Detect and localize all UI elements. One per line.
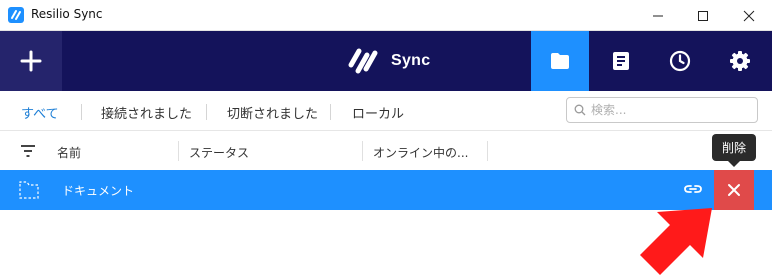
tab-connected[interactable]: 接続されました xyxy=(101,103,192,122)
delete-x-icon xyxy=(728,184,740,196)
link-icon[interactable] xyxy=(683,182,703,196)
close-window-button[interactable] xyxy=(726,0,772,31)
app-header: Sync xyxy=(0,31,772,91)
column-status[interactable]: ステータス xyxy=(189,144,249,161)
sync-logo-icon xyxy=(348,48,378,74)
log-icon xyxy=(613,52,629,70)
column-divider xyxy=(487,141,488,161)
tab-divider xyxy=(330,104,331,120)
column-divider xyxy=(362,141,363,161)
maximize-icon xyxy=(698,10,708,21)
nav-folders-button[interactable] xyxy=(531,31,589,91)
tab-divider xyxy=(81,104,82,120)
folder-outline-icon xyxy=(19,181,39,199)
gear-icon xyxy=(730,51,750,71)
brand-logo: Sync xyxy=(345,43,430,79)
add-folder-button[interactable] xyxy=(0,31,62,91)
column-name[interactable]: 名前 xyxy=(57,144,81,161)
tooltip-arrow xyxy=(728,161,740,167)
search-input[interactable] xyxy=(591,101,751,119)
plus-icon xyxy=(20,50,42,72)
filter-sort-icon[interactable] xyxy=(20,144,36,158)
clock-icon xyxy=(669,50,691,72)
nav-settings-button[interactable] xyxy=(711,31,769,91)
tab-disconnected[interactable]: 切断されました xyxy=(227,103,318,122)
minimize-icon xyxy=(653,15,663,16)
window-titlebar: Resilio Sync xyxy=(0,0,772,31)
column-online[interactable]: オンライン中の... xyxy=(373,144,468,161)
nav-log-button[interactable] xyxy=(592,31,650,91)
delete-button[interactable] xyxy=(714,170,754,210)
column-header: 名前 ステータス オンライン中の... xyxy=(0,132,772,170)
window-title: Resilio Sync xyxy=(31,7,103,21)
search-icon xyxy=(574,104,586,116)
tab-local[interactable]: ローカル xyxy=(352,103,404,122)
nav-history-button[interactable] xyxy=(651,31,709,91)
minimize-button[interactable] xyxy=(635,0,681,31)
filter-bar: すべて 接続されました 切断されました ローカル xyxy=(0,91,772,131)
tab-divider xyxy=(206,104,207,120)
close-icon xyxy=(743,10,755,21)
column-divider xyxy=(178,141,179,161)
tab-all[interactable]: すべて xyxy=(21,103,59,122)
maximize-button[interactable] xyxy=(680,0,726,31)
brand-name: Sync xyxy=(391,52,431,69)
folder-name: ドキュメント xyxy=(62,184,135,198)
search-box[interactable] xyxy=(566,97,758,123)
red-pointer-arrow-icon xyxy=(640,208,712,275)
resilio-app-icon xyxy=(8,7,24,23)
delete-tooltip: 削除 xyxy=(712,134,756,161)
folder-icon xyxy=(551,53,569,69)
